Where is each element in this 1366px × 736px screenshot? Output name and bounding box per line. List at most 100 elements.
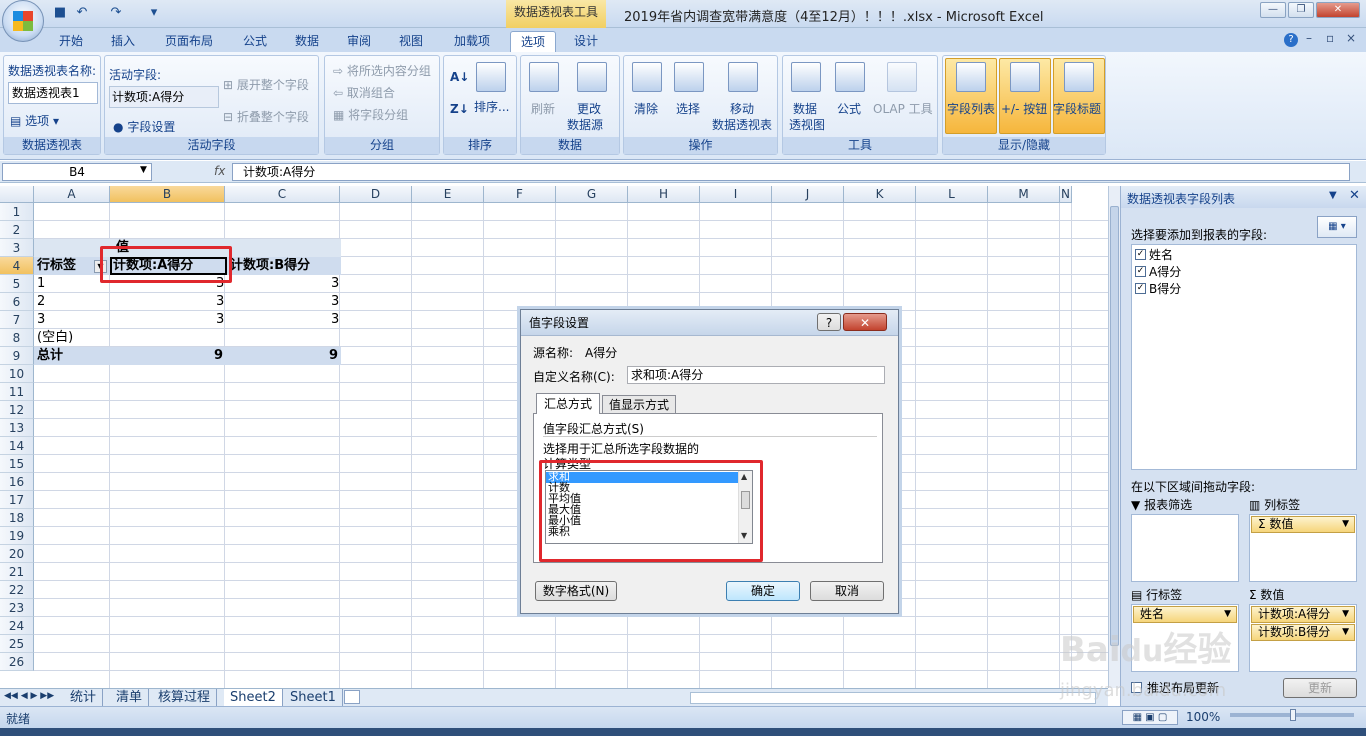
row-header-12[interactable]: 12 (0, 401, 34, 419)
move-label-2[interactable]: 数据透视表 (712, 116, 772, 133)
tab-design[interactable]: 设计 (566, 31, 606, 52)
cell-a9[interactable]: 总计 (37, 347, 63, 365)
zoom-thumb[interactable] (1290, 709, 1296, 721)
dialog-help-button[interactable]: ? (817, 313, 841, 331)
collapse-field-button[interactable]: ⊟ 折叠整个字段 (223, 108, 309, 125)
cell-c7[interactable]: 3 (331, 311, 339, 329)
row-header-20[interactable]: 20 (0, 545, 34, 563)
cell-c6[interactable]: 3 (331, 293, 339, 311)
row-header-9[interactable]: 9 (0, 347, 34, 365)
move-label-1[interactable]: 移动 (730, 100, 754, 117)
value-item-a[interactable]: 计数项:A得分 ▼ (1251, 606, 1355, 623)
view-buttons-icon[interactable]: ▦ ▣ ▢ (1122, 710, 1178, 725)
row-header-21[interactable]: 21 (0, 563, 34, 581)
tab-addins[interactable]: 加载项 (446, 31, 498, 52)
column-header-h[interactable]: H (628, 186, 700, 203)
tab-summarize-by[interactable]: 汇总方式 (536, 393, 600, 414)
column-header-k[interactable]: K (844, 186, 916, 203)
cell-a4[interactable]: 行标签 (37, 257, 76, 275)
select-button[interactable]: 选择 (676, 100, 700, 117)
column-header-i[interactable]: I (700, 186, 772, 203)
column-header-l[interactable]: L (916, 186, 988, 203)
formula-input[interactable]: 计数项:A得分 (232, 163, 1350, 181)
cell-a7[interactable]: 3 (37, 311, 45, 329)
sheet-tab-calc[interactable]: 核算过程 (152, 689, 218, 707)
olap-button[interactable]: OLAP 工具 (873, 100, 933, 117)
tab-formulas[interactable]: 公式 (236, 31, 274, 52)
undo-icon[interactable]: ↶ (74, 5, 90, 21)
row-header-4[interactable]: 4 (0, 257, 34, 275)
customize-quick-access-icon[interactable]: ▾ (146, 5, 162, 21)
sheet-tab-stats[interactable]: 统计 (64, 689, 104, 707)
tab-page-layout[interactable]: 页面布局 (158, 31, 220, 52)
cell-b6[interactable]: 3 (216, 293, 224, 311)
column-item-values[interactable]: Σ 数值 ▼ (1251, 516, 1355, 533)
filter-drop-area[interactable] (1131, 514, 1239, 582)
row-header-13[interactable]: 13 (0, 419, 34, 437)
tab-show-values-as[interactable]: 值显示方式 (602, 395, 676, 414)
row-header-2[interactable]: 2 (0, 221, 34, 239)
checkbox-name[interactable]: ✓ (1135, 249, 1146, 260)
checkbox-b-score[interactable]: ✓ (1135, 283, 1146, 294)
row-header-3[interactable]: 3 (0, 239, 34, 257)
expand-field-button[interactable]: ⊞ 展开整个字段 (223, 76, 309, 93)
row-header-19[interactable]: 19 (0, 527, 34, 545)
vertical-scrollbar[interactable] (1108, 186, 1120, 688)
panel-close-icon[interactable]: ✕ (1349, 188, 1360, 203)
tab-view[interactable]: 视图 (392, 31, 430, 52)
column-header-e[interactable]: E (412, 186, 484, 203)
change-source-label-1[interactable]: 更改 (577, 100, 601, 117)
restore-button[interactable]: ❐ (1288, 2, 1314, 18)
sheet-tab-list[interactable]: 清单 (110, 689, 150, 707)
ok-button[interactable]: 确定 (726, 581, 800, 601)
sheet-nav-icon[interactable]: ◀◀ ◀ ▶ ▶▶ (4, 691, 54, 701)
cell-a8[interactable]: (空白) (37, 329, 73, 347)
sheet-tab-sheet1[interactable]: Sheet1 (284, 689, 343, 707)
update-button[interactable]: 更新 (1283, 678, 1357, 698)
row-item-name[interactable]: 姓名 ▼ (1133, 606, 1237, 623)
column-header-g[interactable]: G (556, 186, 628, 203)
column-header-a[interactable]: A (34, 186, 110, 203)
checkbox-a-score[interactable]: ✓ (1135, 266, 1146, 277)
name-box[interactable]: B4 (2, 163, 152, 181)
tab-home[interactable]: 开始 (52, 31, 90, 52)
row-header-14[interactable]: 14 (0, 437, 34, 455)
office-button[interactable] (2, 0, 44, 42)
field-settings-button[interactable]: ● 字段设置 (113, 118, 175, 135)
sort-za-icon[interactable]: Z↓ (450, 102, 469, 116)
panel-menu-icon[interactable]: ▼ (1329, 190, 1337, 201)
row-header-16[interactable]: 16 (0, 473, 34, 491)
close-button[interactable]: ✕ (1316, 2, 1360, 18)
pivot-name-input[interactable]: 数据透视表1 (8, 82, 98, 104)
sheet-tab-sheet2[interactable]: Sheet2 (224, 689, 283, 707)
active-field-input[interactable]: 计数项:A得分 (109, 86, 219, 108)
tab-options[interactable]: 选项 (510, 31, 556, 52)
minimize-button[interactable]: — (1260, 2, 1286, 18)
name-box-dropdown-icon[interactable]: ▼ (140, 165, 147, 175)
pivot-chart-label-1[interactable]: 数据 (793, 100, 817, 117)
row-header-5[interactable]: 5 (0, 275, 34, 293)
number-format-button[interactable]: 数字格式(N) (535, 581, 617, 601)
values-drop-area[interactable]: 计数项:A得分 ▼ 计数项:B得分 ▼ (1249, 604, 1357, 672)
column-header-d[interactable]: D (340, 186, 412, 203)
row-header-1[interactable]: 1 (0, 203, 34, 221)
clear-button[interactable]: 清除 (634, 100, 658, 117)
custom-name-input[interactable]: 求和项:A得分 (627, 366, 885, 384)
column-header-b[interactable]: B (110, 186, 225, 203)
column-header-n[interactable]: N (1060, 186, 1072, 203)
zoom-level[interactable]: 100% (1186, 710, 1220, 724)
row-header-26[interactable]: 26 (0, 653, 34, 671)
cancel-button[interactable]: 取消 (810, 581, 884, 601)
layout-menu-icon[interactable]: ▦ ▾ (1317, 216, 1357, 238)
row-header-15[interactable]: 15 (0, 455, 34, 473)
column-drop-area[interactable]: Σ 数值 ▼ (1249, 514, 1357, 582)
row-header-8[interactable]: 8 (0, 329, 34, 347)
row-header-25[interactable]: 25 (0, 635, 34, 653)
row-header-22[interactable]: 22 (0, 581, 34, 599)
row-header-6[interactable]: 6 (0, 293, 34, 311)
column-header-f[interactable]: F (484, 186, 556, 203)
row-header-24[interactable]: 24 (0, 617, 34, 635)
sort-az-icon[interactable]: A↓ (450, 70, 469, 84)
options-button[interactable]: ▤ 选项 ▾ (10, 112, 59, 129)
row-header-17[interactable]: 17 (0, 491, 34, 509)
